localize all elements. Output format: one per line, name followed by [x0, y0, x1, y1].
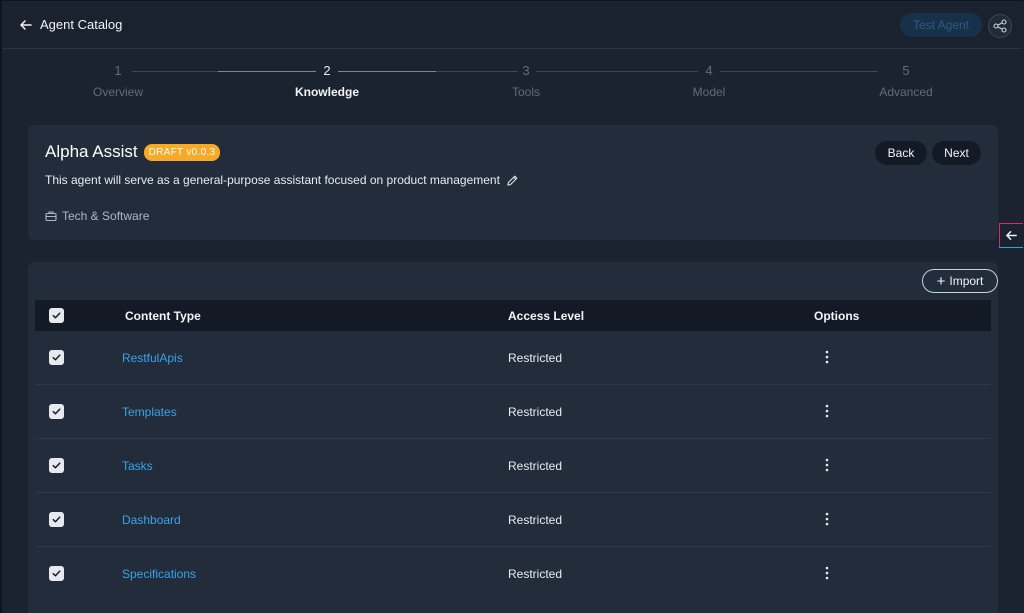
content-type-link[interactable]: Templates	[122, 405, 177, 419]
step-label: Knowledge	[294, 85, 359, 99]
step-label: Tools	[511, 85, 540, 99]
check-icon	[52, 516, 61, 523]
row-checkbox[interactable]	[49, 566, 64, 581]
check-icon	[52, 462, 61, 469]
agent-info-card: Alpha Assist DRAFT v0.0.3 This agent wil…	[28, 125, 998, 240]
row-options-button[interactable]	[818, 564, 836, 582]
column-header-access-level[interactable]: Access Level	[508, 309, 584, 323]
column-header-content-type[interactable]: Content Type	[125, 309, 201, 323]
step-label: Advanced	[879, 85, 933, 99]
step-knowledge[interactable]: 2 Knowledge	[267, 58, 387, 99]
content-type-link[interactable]: Specifications	[122, 567, 196, 581]
row-checkbox[interactable]	[49, 404, 64, 419]
row-checkbox[interactable]	[49, 512, 64, 527]
check-icon	[52, 408, 61, 415]
check-icon	[52, 570, 61, 577]
more-vertical-icon	[825, 566, 829, 580]
access-level: Restricted	[508, 351, 563, 365]
side-panel-toggle[interactable]	[999, 223, 1023, 248]
step-number: 2	[323, 63, 331, 78]
table-row: Dashboard Restricted	[35, 493, 991, 547]
test-agent-button[interactable]: Test Agent	[900, 13, 982, 37]
next-button[interactable]: Next	[932, 141, 981, 165]
step-number: 1	[114, 63, 122, 78]
top-bar: Agent Catalog Test Agent	[2, 1, 1022, 49]
row-options-button[interactable]	[818, 402, 836, 420]
agent-name: Alpha Assist	[45, 142, 138, 161]
agent-catalog-back-link[interactable]: Agent Catalog	[18, 17, 122, 33]
step-advanced[interactable]: 5 Advanced	[846, 58, 966, 99]
access-level: Restricted	[508, 567, 563, 581]
content-type-link[interactable]: RestfulApis	[122, 351, 183, 365]
knowledge-panel: + Import Content Type Access Level Optio…	[28, 262, 998, 613]
agent-catalog-label: Agent Catalog	[40, 17, 123, 32]
share-button[interactable]	[988, 14, 1012, 38]
step-label: Model	[692, 85, 726, 99]
content-type-link[interactable]: Tasks	[122, 459, 153, 473]
more-vertical-icon	[825, 512, 829, 526]
step-label: Overview	[92, 85, 143, 99]
window-frame-left	[0, 0, 2, 613]
status-badge: DRAFT v0.0.3	[143, 143, 221, 161]
table-row: Templates Restricted	[35, 385, 991, 439]
arrow-left-icon	[1006, 231, 1017, 240]
access-level: Restricted	[508, 513, 563, 527]
step-number: 3	[522, 63, 530, 78]
agent-category: Tech & Software	[45, 209, 149, 223]
table-row: Specifications Restricted	[35, 547, 991, 601]
row-options-button[interactable]	[818, 348, 836, 366]
row-checkbox[interactable]	[49, 458, 64, 473]
step-overview[interactable]: 1 Overview	[58, 58, 178, 99]
content-type-link[interactable]: Dashboard	[122, 513, 181, 527]
row-checkbox[interactable]	[49, 350, 64, 365]
table-row: RestfulApis Restricted	[35, 331, 991, 385]
step-tools[interactable]: 3 Tools	[466, 58, 586, 99]
check-icon	[52, 312, 61, 319]
access-level: Restricted	[508, 459, 563, 473]
back-button[interactable]: Back	[875, 141, 927, 165]
share-icon	[993, 19, 1007, 33]
more-vertical-icon	[825, 404, 829, 418]
step-number: 4	[705, 63, 713, 78]
category-label: Tech & Software	[62, 209, 150, 223]
agent-description: This agent will serve as a general-purpo…	[45, 173, 500, 187]
plus-icon: +	[936, 272, 946, 290]
select-all-checkbox[interactable]	[49, 308, 64, 323]
pencil-icon[interactable]	[506, 174, 519, 187]
more-vertical-icon	[825, 458, 829, 472]
agent-description-row: This agent will serve as a general-purpo…	[45, 173, 519, 187]
table-header: Content Type Access Level Options	[35, 300, 991, 331]
step-model[interactable]: 4 Model	[649, 58, 769, 99]
row-options-button[interactable]	[818, 510, 836, 528]
knowledge-table: Content Type Access Level Options Restfu…	[35, 300, 991, 601]
access-level: Restricted	[508, 405, 563, 419]
step-number: 5	[902, 63, 910, 78]
column-header-options: Options	[814, 308, 860, 323]
wizard-stepper: 1 Overview 2 Knowledge 3 Tools 4 Model 5…	[28, 58, 998, 108]
agent-title-row: Alpha Assist DRAFT v0.0.3	[45, 142, 221, 162]
arrow-left-icon	[20, 19, 32, 30]
briefcase-icon	[45, 211, 57, 222]
table-row: Tasks Restricted	[35, 439, 991, 493]
import-button[interactable]: + Import	[922, 269, 998, 293]
more-vertical-icon	[825, 350, 829, 364]
import-label: Import	[949, 274, 984, 288]
check-icon	[52, 354, 61, 361]
row-options-button[interactable]	[818, 456, 836, 474]
